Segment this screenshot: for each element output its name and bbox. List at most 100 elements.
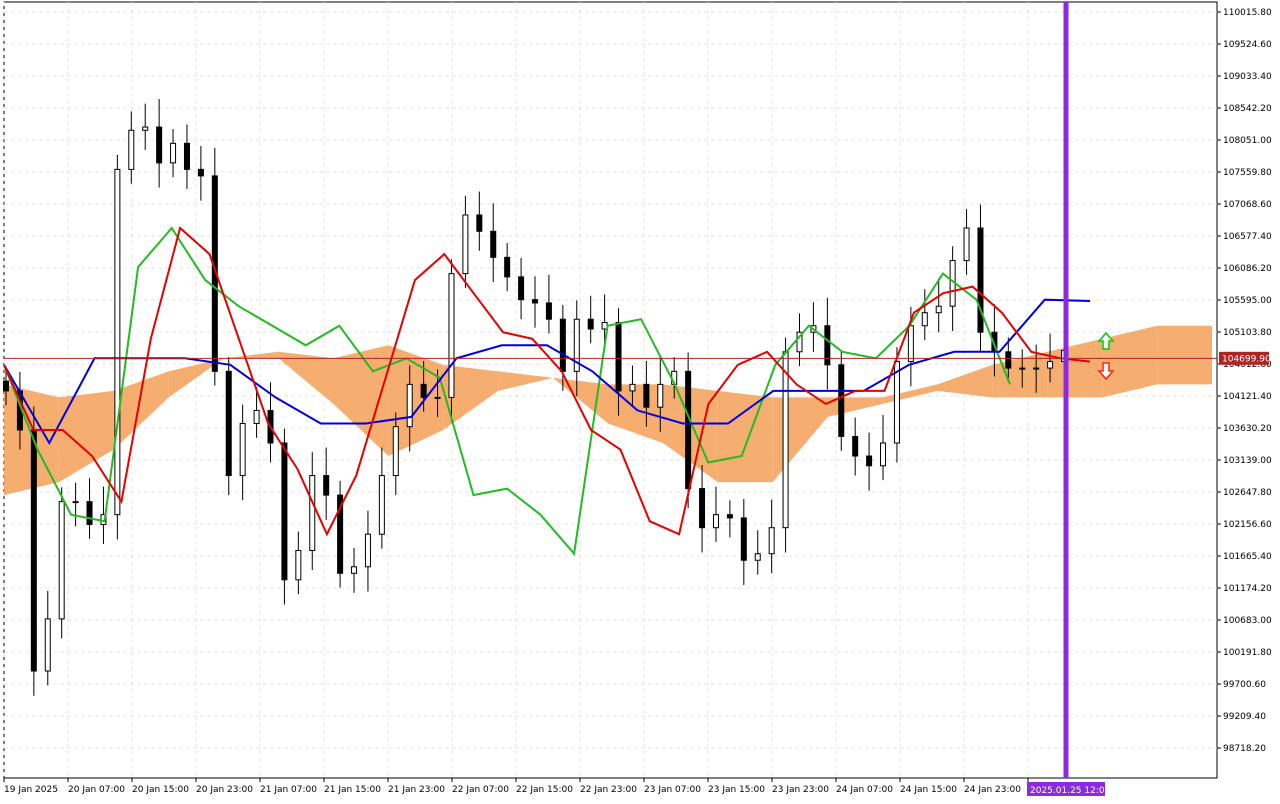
price-tick-label: 102156.60 — [1223, 520, 1272, 530]
candle-body — [197, 168, 204, 177]
candle-body — [183, 142, 190, 170]
price-tick-label: 102647.80 — [1223, 488, 1272, 498]
candle-body — [378, 475, 385, 535]
candle-body — [364, 533, 371, 568]
time-tick-label: 22 Jan 23:00 — [580, 785, 637, 795]
price-tick-label: 101174.20 — [1223, 584, 1272, 594]
price-tick-label: 108542.20 — [1223, 104, 1272, 114]
candle-body — [58, 501, 65, 620]
candle-body — [462, 214, 469, 275]
time-tick-label: 20 Jan 15:00 — [132, 785, 189, 795]
chart-svg[interactable]: 110015.80 109524.60 109033.40 108542.20 1080… — [0, 0, 1280, 800]
candle-body — [128, 129, 135, 170]
candle-body — [351, 566, 358, 574]
candle-body — [768, 527, 775, 555]
candle-body — [921, 312, 928, 327]
candle-body — [392, 426, 399, 477]
candle-body — [434, 396, 441, 399]
candle-body — [907, 325, 914, 363]
candle-body — [963, 227, 970, 262]
price-axis: 110015.80 109524.60 109033.40 108542.20 1080… — [1217, 8, 1272, 754]
price-tick-label: 106577.40 — [1223, 232, 1272, 242]
time-tick-label: 20 Jan 23:00 — [196, 785, 253, 795]
candle-body — [476, 214, 483, 232]
price-tick-label: 106086.20 — [1223, 264, 1272, 274]
candle-body — [685, 370, 692, 490]
ichimoku-chart[interactable]: 110015.80 109524.60 109033.40 108542.20 1080… — [0, 0, 1280, 800]
price-tick-label: 109524.60 — [1223, 40, 1272, 50]
kumo-segment — [1157, 325, 1212, 385]
candle-body — [712, 514, 719, 529]
candle-body — [824, 325, 831, 366]
price-tick-label: 100683.00 — [1223, 616, 1272, 626]
candle-body — [726, 514, 733, 519]
time-tick-label: 23 Jan 23:00 — [772, 785, 829, 795]
candle-body — [1005, 351, 1012, 369]
price-tick-label: 108051.00 — [1223, 136, 1272, 146]
candle-body — [838, 364, 845, 437]
candle-body — [281, 442, 288, 581]
candle-body — [420, 383, 427, 398]
candle-body — [114, 168, 121, 516]
price-tag-label: 104699.90 — [1222, 354, 1271, 364]
candle-body — [545, 302, 552, 320]
candle-body — [629, 383, 636, 392]
candle-body — [86, 501, 93, 525]
time-axis: 19 Jan 2025 20 Jan 07:00 20 Jan 15:00 20 Ja… — [3, 778, 1071, 795]
time-tick-label: 23 Jan 07:00 — [644, 785, 701, 795]
candle-body — [657, 383, 664, 408]
price-tick-label: 98718.20 — [1223, 744, 1266, 754]
price-tick-label: 101665.40 — [1223, 552, 1272, 562]
candle-body — [504, 256, 511, 278]
candle-body — [295, 549, 302, 581]
candle-body — [880, 442, 887, 467]
price-tick-label: 100191.80 — [1223, 648, 1272, 658]
time-tick-label: 24 Jan 23:00 — [964, 785, 1021, 795]
price-tick-label: 105103.80 — [1223, 328, 1272, 338]
price-tick-label: 104121.40 — [1223, 392, 1272, 402]
current-price-tag: 104699.90 — [1219, 351, 1271, 365]
candle-body — [253, 409, 260, 424]
candle-body — [740, 517, 747, 561]
time-tick-label: 22 Jan 07:00 — [452, 785, 509, 795]
time-tick-label: 23 Jan 15:00 — [708, 785, 765, 795]
price-tick-label: 107559.80 — [1223, 168, 1272, 178]
candle-body — [170, 142, 177, 164]
candle-body — [448, 273, 455, 398]
kumo-segment — [717, 390, 773, 483]
time-tick-label: 20 Jan 07:00 — [68, 785, 125, 795]
candle-body — [852, 435, 859, 457]
time-tick-label: 21 Jan 15:00 — [324, 785, 381, 795]
time-tick-label: 24 Jan 15:00 — [900, 785, 957, 795]
candle-body — [72, 501, 79, 504]
price-tick-label: 103630.20 — [1223, 424, 1272, 434]
time-tick-label: 24 Jan 07:00 — [836, 785, 893, 795]
candle-body — [935, 305, 942, 314]
price-tick-label: 103139.00 — [1223, 456, 1272, 466]
candle-body — [142, 126, 149, 131]
candle-body — [1033, 367, 1040, 370]
price-tick-label: 107068.60 — [1223, 200, 1272, 210]
candle-body — [323, 475, 330, 496]
candle-body — [490, 230, 497, 258]
candle-body — [754, 553, 761, 561]
time-tick-label: 19 Jan 2025 — [4, 785, 58, 795]
price-tick-label: 105595.00 — [1223, 296, 1272, 306]
candle-body — [3, 380, 9, 392]
candle-body — [518, 276, 525, 301]
candle-body — [309, 475, 316, 551]
candle-body — [587, 318, 594, 330]
candle-body — [1019, 367, 1026, 370]
candle-body — [30, 429, 37, 672]
marker-tag-label: 2025.01.25 12:00 — [1030, 786, 1111, 796]
time-tick-label: 21 Jan 07:00 — [260, 785, 317, 795]
time-tick-label: 22 Jan 15:00 — [516, 785, 573, 795]
candle-body — [239, 422, 246, 477]
candle-body — [699, 488, 706, 529]
candle-body — [1047, 361, 1054, 369]
candle-body — [782, 351, 789, 529]
candle-body — [44, 618, 51, 672]
price-tick-label: 110015.80 — [1223, 8, 1272, 18]
time-marker-tag: 2025.01.25 12:00 — [1027, 782, 1111, 796]
candle-body — [615, 321, 622, 392]
